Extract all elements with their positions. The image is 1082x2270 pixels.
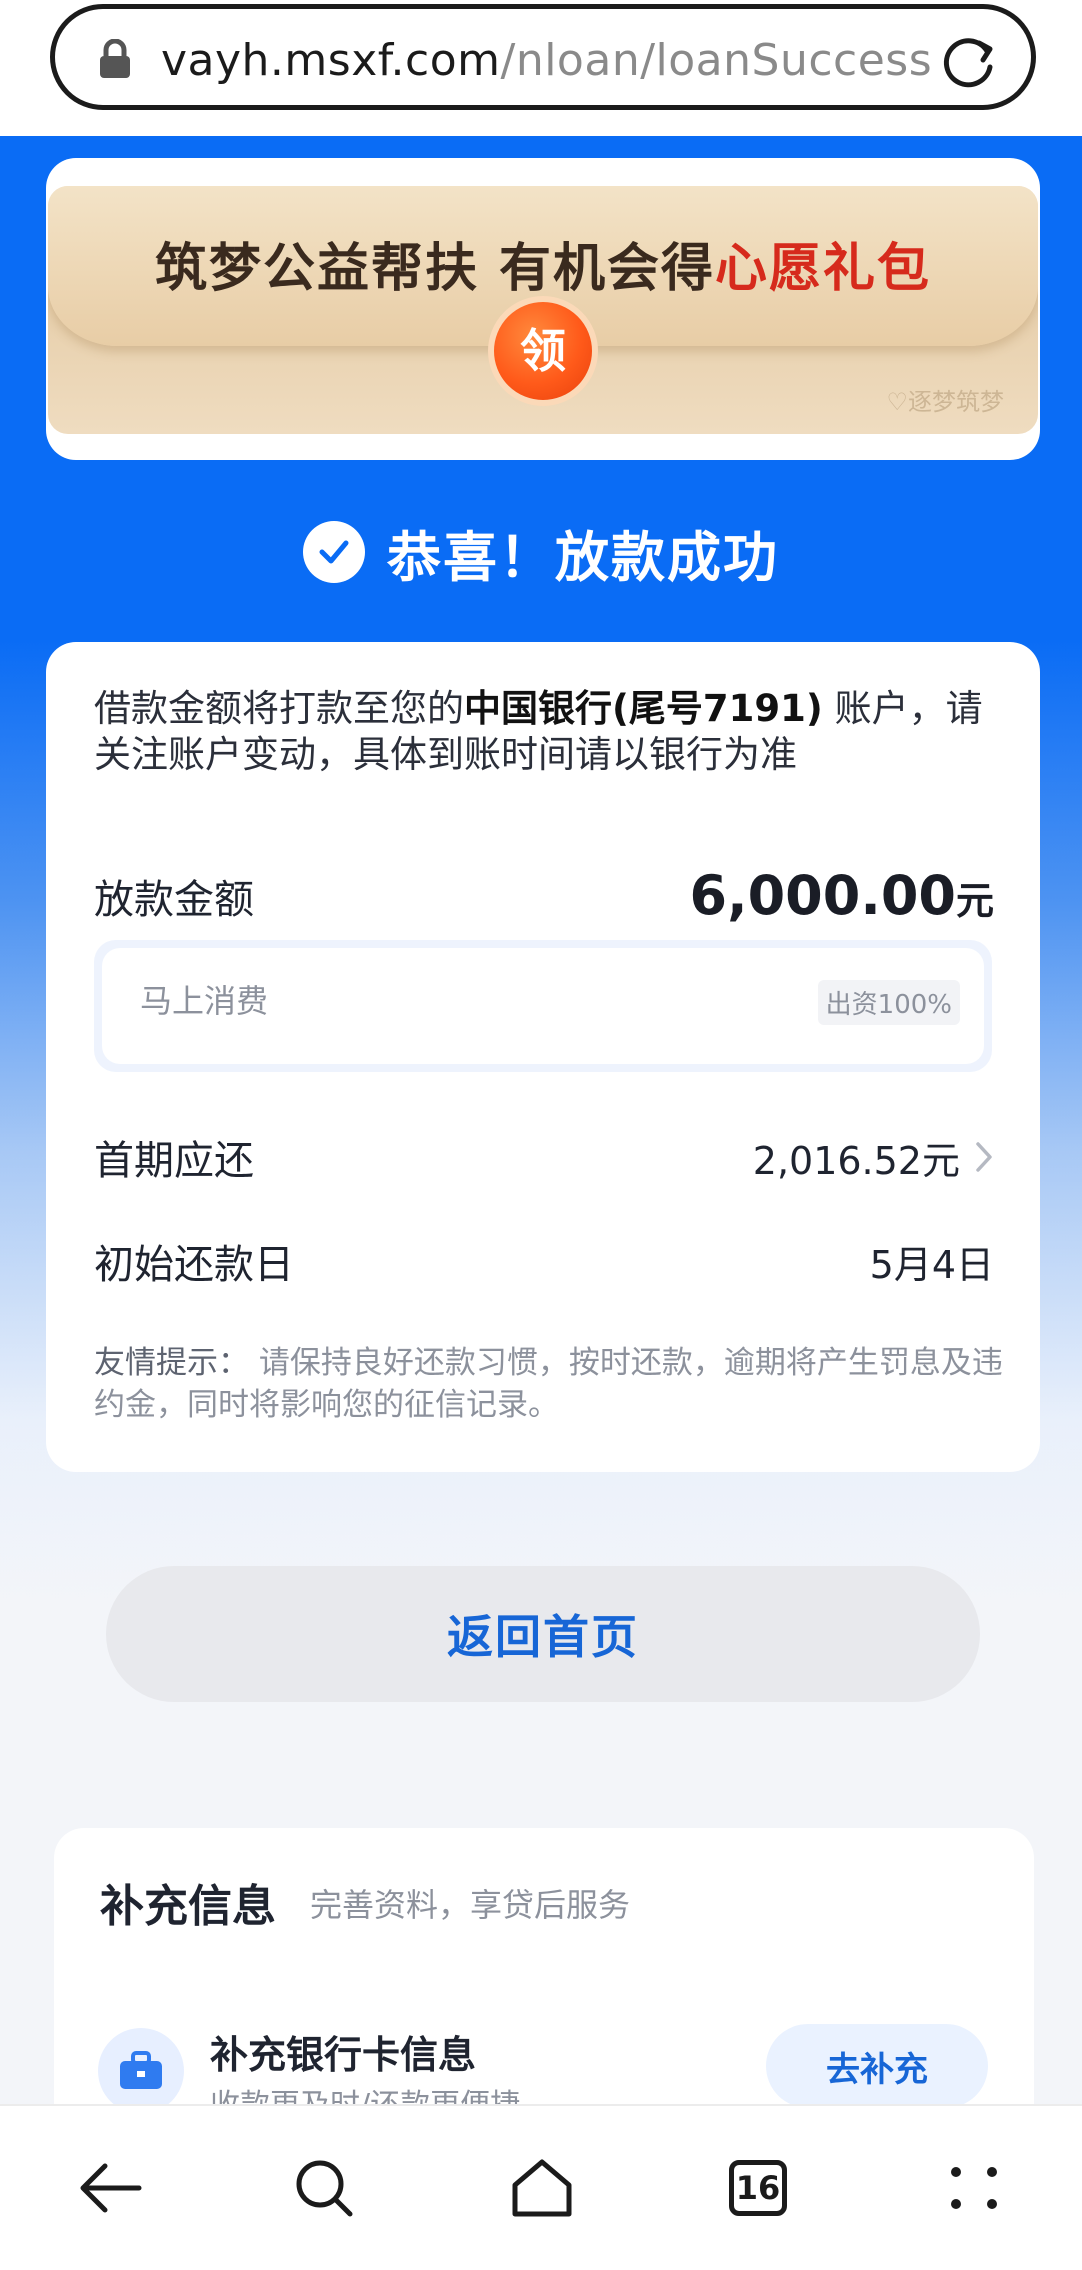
amount-unit: 元 [955,879,994,923]
briefcase-icon [98,2028,184,2114]
lender-name: 马上消费 [140,982,269,1020]
banner-watermark: ♡逐梦筑梦 [886,388,1004,416]
banner-title: 筑梦公益帮扶 有机会得心愿礼包 [48,226,1038,301]
start-date-value: 5月4日 [869,1242,994,1287]
back-button[interactable] [70,2148,150,2228]
lender-box: 马上消费 出资100% [94,940,992,1072]
back-arrow-icon [80,2163,142,2213]
promo-banner-card[interactable]: 筑梦公益帮扶 有机会得心愿礼包 领 ♡逐梦筑梦 [46,158,1040,460]
first-payment-value-group[interactable]: 2,016.52元 [753,1130,994,1185]
first-payment-row[interactable]: 首期应还 2,016.52元 [94,1128,994,1186]
url-text[interactable]: vayh.msxf.com/nloan/loanSuccess [161,31,951,91]
amount-row: 放款金额 6,000.00元 [94,864,994,927]
search-icon [296,2160,353,2217]
supplement-title: 补充信息 [100,1881,276,1932]
address-bar[interactable]: vayh.msxf.com/nloan/loanSuccess [50,4,1036,110]
return-home-button[interactable]: 返回首页 [106,1566,980,1702]
success-header: 恭喜！放款成功 [0,512,1082,592]
first-payment-label: 首期应还 [94,1138,254,1184]
browser-top-bar: vayh.msxf.com/nloan/loanSuccess [0,0,1082,136]
menu-dots-icon [951,2167,997,2209]
chevron-right-icon [976,1142,992,1172]
claim-stamp-button[interactable]: 领 [488,296,598,406]
bank-account: 中国银行(尾号7191) [464,687,823,730]
home-icon [512,2159,572,2217]
supplement-subtitle: 完善资料，享贷后服务 [310,1886,631,1924]
check-circle-icon [303,521,365,583]
amount-value-group: 6,000.00元 [690,864,994,927]
banner-title-main: 筑梦公益帮扶 有机会得 [154,238,716,299]
first-payment-value: 2,016.52元 [752,1138,960,1183]
amount-label: 放款金额 [94,876,254,923]
tip-label: 友情提示： [94,1345,249,1381]
search-button[interactable] [284,2148,364,2228]
url-host: vayh.msxf.com [161,35,501,86]
start-date-row: 初始还款日 5月4日 [94,1232,994,1290]
banner-title-highlight: 心愿礼包 [715,238,932,299]
amount-value: 6,000.00 [689,864,956,927]
promo-banner[interactable]: 筑梦公益帮扶 有机会得心愿礼包 领 ♡逐梦筑梦 [48,186,1038,434]
tabs-button[interactable]: 16 [718,2148,798,2228]
url-path: /nloan/loanSuccess [500,35,933,86]
success-text: 恭喜！放款成功 [387,525,779,589]
menu-button[interactable] [934,2148,1014,2228]
disbursement-notice: 借款金额将打款至您的中国银行(尾号7191) 账户，请关注账户变动，具体到账时间… [94,686,1004,778]
lock-icon [100,39,130,78]
supplement-bank-button[interactable]: 去补充 [766,2024,988,2108]
start-date-label: 初始还款日 [94,1242,294,1288]
bank-card-title: 补充银行卡信息 [210,2033,477,2077]
lender-share-badge: 出资100% [817,980,960,1025]
home-button[interactable] [502,2148,582,2228]
lender-inner: 马上消费 出资100% [102,948,984,1064]
notice-prefix: 借款金额将打款至您的 [94,687,464,730]
reload-icon[interactable] [935,29,1001,95]
browser-bottom-nav: 16 [0,2104,1082,2270]
loan-details-card: 借款金额将打款至您的中国银行(尾号7191) 账户，请关注账户变动，具体到账时间… [46,642,1040,1472]
tab-count-badge: 16 [729,2160,787,2216]
friendly-tip: 友情提示： 请保持良好还款习惯，按时还款，逾期将产生罚息及违约金，同时将影响您的… [94,1342,1004,1426]
